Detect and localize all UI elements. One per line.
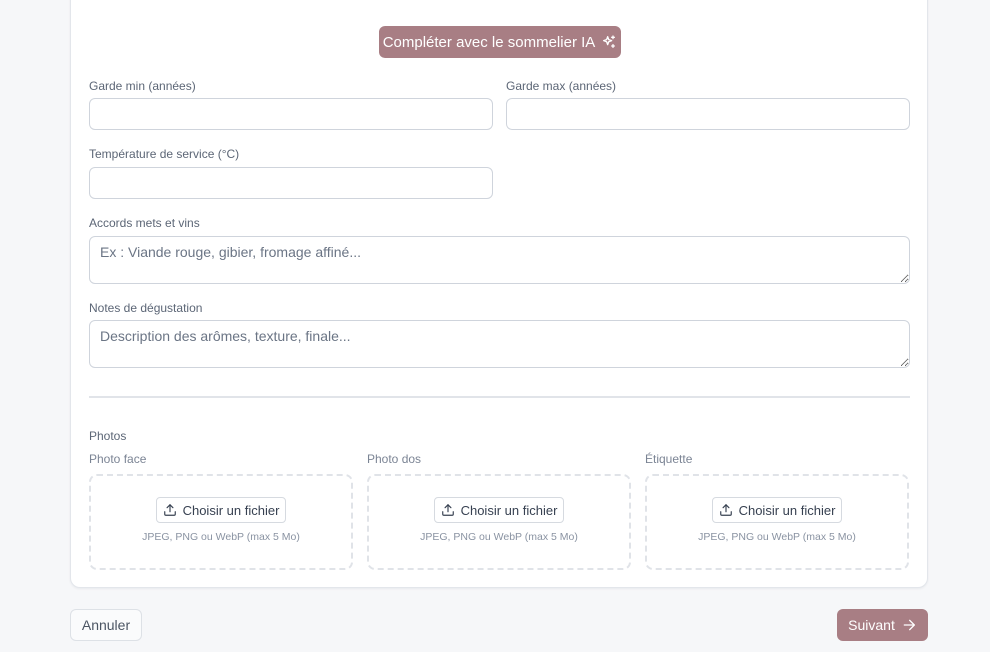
etiquette-choose-label: Choisir un fichier: [738, 502, 836, 518]
sparkles-icon: [603, 35, 616, 48]
photo-dos-choose-button[interactable]: Choisir un fichier: [434, 497, 564, 523]
upload-icon: [163, 504, 176, 516]
ai-sommelier-button[interactable]: Compléter avec le sommelier IA: [379, 26, 621, 58]
arrow-right-icon: [903, 619, 915, 631]
etiquette-dropzone[interactable]: Choisir un fichier JPEG, PNG ou WebP (ma…: [645, 474, 909, 570]
accords-textarea[interactable]: [89, 236, 910, 284]
photo-dos-dropzone[interactable]: Choisir un fichier JPEG, PNG ou WebP (ma…: [367, 474, 631, 570]
photo-dos-hint: JPEG, PNG ou WebP (max 5 Mo): [420, 531, 578, 543]
etiquette-choose-button[interactable]: Choisir un fichier: [712, 497, 842, 523]
photos-title: Photos: [89, 429, 127, 443]
temperature-input[interactable]: [89, 167, 493, 199]
photo-face-label: Photo face: [89, 452, 147, 466]
upload-icon: [441, 504, 454, 516]
cancel-button[interactable]: Annuler: [70, 609, 142, 641]
next-button[interactable]: Suivant: [837, 609, 928, 641]
garde-min-input[interactable]: [89, 98, 493, 130]
garde-min-label: Garde min (années): [89, 79, 196, 93]
etiquette-hint: JPEG, PNG ou WebP (max 5 Mo): [698, 531, 856, 543]
notes-label: Notes de dégustation: [89, 301, 203, 315]
photo-face-choose-label: Choisir un fichier: [182, 502, 280, 518]
notes-textarea[interactable]: [89, 320, 910, 368]
garde-max-input[interactable]: [506, 98, 910, 130]
etiquette-label: Étiquette: [645, 452, 693, 466]
photo-face-choose-button[interactable]: Choisir un fichier: [156, 497, 286, 523]
photo-face-dropzone[interactable]: Choisir un fichier JPEG, PNG ou WebP (ma…: [89, 474, 353, 570]
photo-face-hint: JPEG, PNG ou WebP (max 5 Mo): [142, 531, 300, 543]
garde-max-label: Garde max (années): [506, 79, 617, 93]
form-card: Compléter avec le sommelier IA Garde min…: [70, 0, 928, 588]
upload-icon: [719, 504, 732, 516]
temperature-label: Température de service (°C): [89, 147, 240, 161]
section-divider: [89, 396, 910, 398]
accords-label: Accords mets et vins: [89, 216, 200, 230]
ai-sommelier-label: Compléter avec le sommelier IA: [382, 33, 596, 51]
photo-dos-label: Photo dos: [367, 452, 422, 466]
photo-dos-choose-label: Choisir un fichier: [460, 502, 558, 518]
next-label: Suivant: [848, 617, 895, 633]
